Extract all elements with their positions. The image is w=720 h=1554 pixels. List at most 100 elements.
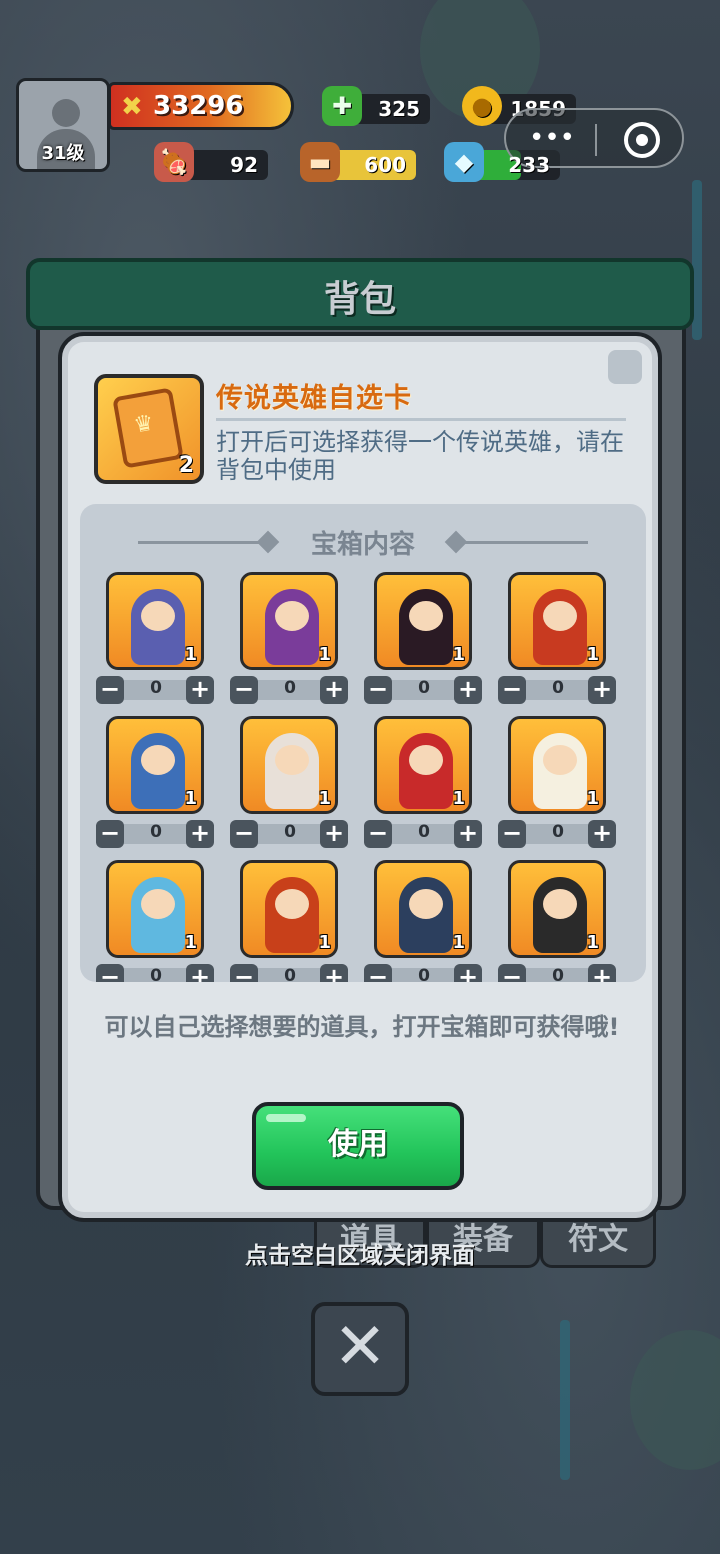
quantity-value: 0 bbox=[418, 966, 430, 982]
hero-portrait-ice-knight[interactable]: 1 bbox=[106, 716, 204, 814]
backpack-header: 背包 bbox=[26, 258, 694, 330]
plus-icon[interactable]: + bbox=[454, 964, 482, 982]
plus-icon[interactable]: + bbox=[186, 676, 214, 704]
quantity-stepper: − 0 + bbox=[498, 820, 618, 848]
hero-portrait-red-hair-swordswoman[interactable]: 1 bbox=[508, 572, 606, 670]
minus-icon[interactable]: − bbox=[96, 964, 124, 982]
minus-icon[interactable]: − bbox=[230, 820, 258, 848]
blue-crystal-icon: ◆ bbox=[444, 142, 484, 182]
plus-icon[interactable]: + bbox=[454, 820, 482, 848]
hero-count: 1 bbox=[184, 932, 197, 953]
hero-face bbox=[409, 745, 443, 775]
quantity-value: 0 bbox=[552, 678, 564, 698]
plus-icon[interactable]: + bbox=[186, 964, 214, 982]
hero-count: 1 bbox=[184, 644, 197, 665]
meat-icon: 🍖 bbox=[154, 142, 194, 182]
more-menu-icon[interactable]: ••• bbox=[524, 124, 580, 152]
plus-icon[interactable]: + bbox=[320, 676, 348, 704]
plus-icon[interactable]: + bbox=[588, 820, 616, 848]
hero-portrait-dark-knight[interactable]: 1 bbox=[374, 860, 472, 958]
top-hud: 31级 ✖ 33296 ✚ 325 ● 1859 🍖 92 ▬ 600 ◆ 23… bbox=[0, 0, 720, 200]
plus-icon[interactable]: + bbox=[454, 676, 482, 704]
dialog-corner-button[interactable] bbox=[608, 350, 642, 384]
minus-icon[interactable]: − bbox=[230, 964, 258, 982]
hero-portrait-samurai[interactable]: 1 bbox=[374, 716, 472, 814]
crown-icon: ♛ bbox=[131, 410, 156, 439]
plus-icon[interactable]: + bbox=[588, 964, 616, 982]
quantity-stepper: − 0 + bbox=[96, 964, 216, 982]
plus-icon[interactable]: + bbox=[320, 820, 348, 848]
plus-icon[interactable]: + bbox=[588, 676, 616, 704]
target-icon[interactable] bbox=[624, 122, 660, 158]
quantity-stepper: − 0 + bbox=[96, 820, 216, 848]
hero-count: 1 bbox=[318, 932, 331, 953]
quantity-stepper: − 0 + bbox=[364, 964, 484, 982]
minus-icon[interactable]: − bbox=[498, 676, 526, 704]
hero-count: 1 bbox=[586, 644, 599, 665]
quantity-value: 0 bbox=[418, 678, 430, 698]
gems-resource[interactable]: ✚ 325 bbox=[322, 86, 430, 126]
crystal-value: 233 bbox=[508, 153, 550, 177]
quantity-value: 0 bbox=[418, 822, 430, 842]
player-level: 31级 bbox=[41, 143, 85, 164]
hero-face bbox=[409, 889, 443, 919]
hero-face bbox=[275, 745, 309, 775]
hero-slot-ice-knight: 1 − 0 + bbox=[96, 716, 230, 852]
hero-count: 1 bbox=[318, 644, 331, 665]
minus-icon[interactable]: − bbox=[96, 676, 124, 704]
use-button[interactable]: 使用 bbox=[252, 1102, 464, 1190]
quantity-value: 0 bbox=[150, 678, 162, 698]
hero-face bbox=[543, 889, 577, 919]
quantity-stepper: − 0 + bbox=[230, 676, 350, 704]
quantity-value: 0 bbox=[284, 678, 296, 698]
minus-icon[interactable]: − bbox=[498, 964, 526, 982]
backpack-title: 背包 bbox=[323, 279, 396, 320]
minus-icon[interactable]: − bbox=[498, 820, 526, 848]
hero-portrait-panda[interactable]: 1 bbox=[508, 860, 606, 958]
capsule-divider bbox=[595, 124, 597, 156]
wood-resource[interactable]: ▬ 600 bbox=[300, 142, 416, 182]
hero-portrait-warrior-woman[interactable]: 1 bbox=[240, 572, 338, 670]
quantity-value: 0 bbox=[150, 966, 162, 982]
quantity-stepper: − 0 + bbox=[96, 676, 216, 704]
hero-portrait-wizard[interactable]: 1 bbox=[106, 572, 204, 670]
hero-slot-red-hair-swordswoman: 1 − 0 + bbox=[498, 572, 632, 708]
hero-portrait-vampire[interactable]: 1 bbox=[374, 572, 472, 670]
tap-to-close-hint: 点击空白区域关闭界面 bbox=[245, 1243, 475, 1269]
minus-icon[interactable]: − bbox=[364, 676, 392, 704]
minus-icon[interactable]: − bbox=[96, 820, 124, 848]
plus-icon[interactable]: + bbox=[186, 820, 214, 848]
quantity-value: 0 bbox=[150, 822, 162, 842]
crossed-swords-icon: ✖ bbox=[121, 92, 143, 122]
item-description: 打开后可选择获得一个传说英雄，请在背包中使用 bbox=[216, 428, 624, 484]
hero-count: 1 bbox=[452, 644, 465, 665]
hero-portrait-fox-girl[interactable]: 1 bbox=[240, 716, 338, 814]
hero-count: 1 bbox=[586, 788, 599, 809]
plus-icon[interactable]: + bbox=[320, 964, 348, 982]
gems-value: 325 bbox=[378, 97, 420, 121]
quantity-stepper: − 0 + bbox=[230, 820, 350, 848]
item-title: 传说英雄自选卡 bbox=[216, 383, 412, 414]
hero-portrait-angel[interactable]: 1 bbox=[508, 716, 606, 814]
quantity-value: 0 bbox=[552, 966, 564, 982]
hero-slot-warrior-woman: 1 − 0 + bbox=[230, 572, 364, 708]
hero-slot-vampire: 1 − 0 + bbox=[364, 572, 498, 708]
meat-resource[interactable]: 🍖 92 bbox=[154, 142, 268, 182]
wood-log-icon: ▬ bbox=[300, 142, 340, 182]
quantity-stepper: − 0 + bbox=[364, 676, 484, 704]
hero-portrait-ice-mage[interactable]: 1 bbox=[106, 860, 204, 958]
minus-icon[interactable]: − bbox=[364, 964, 392, 982]
crystal-resource[interactable]: ◆ 233 bbox=[444, 142, 560, 182]
close-icon[interactable]: ✕ bbox=[311, 1302, 409, 1396]
hero-face bbox=[275, 601, 309, 631]
minus-icon[interactable]: − bbox=[364, 820, 392, 848]
item-detail-dialog: ♛ 2 传说英雄自选卡 打开后可选择获得一个传说英雄，请在背包中使用 宝箱内容 … bbox=[58, 332, 662, 1222]
hero-portrait-fire-mage[interactable]: 1 bbox=[240, 860, 338, 958]
quantity-stepper: − 0 + bbox=[230, 964, 350, 982]
hero-face bbox=[141, 745, 175, 775]
player-avatar[interactable]: 31级 bbox=[16, 78, 110, 172]
minus-icon[interactable]: − bbox=[230, 676, 258, 704]
hero-face bbox=[141, 601, 175, 631]
hero-slot-samurai: 1 − 0 + bbox=[364, 716, 498, 852]
hero-slot-fox-girl: 1 − 0 + bbox=[230, 716, 364, 852]
